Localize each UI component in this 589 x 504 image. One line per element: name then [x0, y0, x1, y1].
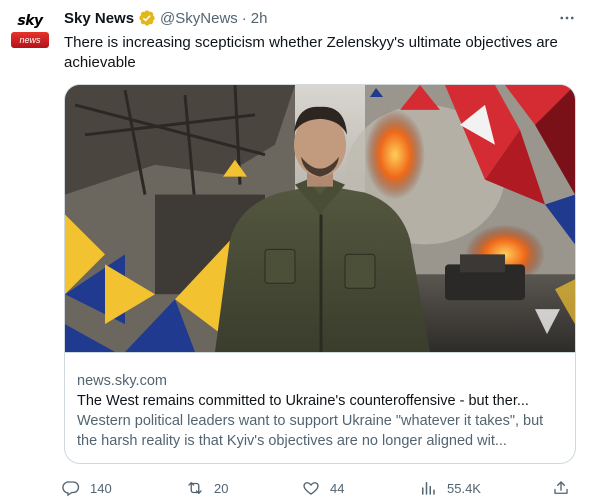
card-image[interactable]: [65, 85, 575, 353]
tweet[interactable]: sky news Sky News @SkyNews · 2h There is…: [0, 0, 589, 504]
card-title[interactable]: The West remains committed to Ukraine's …: [77, 391, 565, 411]
retweet-icon: [188, 482, 202, 494]
tweet-header: Sky News @SkyNews · 2h: [64, 8, 267, 28]
author-name[interactable]: Sky News: [64, 10, 134, 27]
more-options-icon[interactable]: [555, 8, 579, 28]
share-icon: [554, 481, 568, 494]
separator-dot: ·: [241, 9, 247, 27]
verified-badge-icon[interactable]: [138, 9, 156, 27]
retweet-count: 20: [214, 480, 229, 496]
avatar[interactable]: sky news: [9, 10, 51, 52]
share-button[interactable]: [552, 478, 570, 498]
card-description: Western political leaders want to suppor…: [77, 413, 544, 449]
card-meta: news.sky.com The West remains committed …: [77, 371, 565, 451]
reply-button[interactable]: 140: [62, 478, 112, 498]
timestamp[interactable]: 2h: [251, 10, 268, 27]
author-handle[interactable]: @SkyNews: [160, 10, 238, 27]
avatar-logo-top: sky: [17, 13, 43, 29]
views-button[interactable]: 55.4K: [419, 478, 481, 498]
avatar-logo-bottom: news: [11, 32, 49, 48]
reply-icon: [62, 481, 80, 497]
link-card[interactable]: news.sky.com The West remains committed …: [64, 84, 576, 464]
heart-icon: [303, 482, 319, 495]
like-button[interactable]: 44: [302, 478, 344, 498]
view-count: 55.4K: [447, 480, 481, 496]
tweet-text: There is increasing scepticism whether Z…: [64, 34, 558, 71]
card-domain: news.sky.com: [77, 373, 167, 389]
reply-count: 140: [90, 480, 112, 496]
tweet-actions: 140 20 44 55.4K: [60, 478, 580, 498]
retweet-button[interactable]: 20: [186, 478, 228, 498]
like-count: 44: [330, 480, 345, 496]
analytics-icon: [422, 482, 435, 495]
